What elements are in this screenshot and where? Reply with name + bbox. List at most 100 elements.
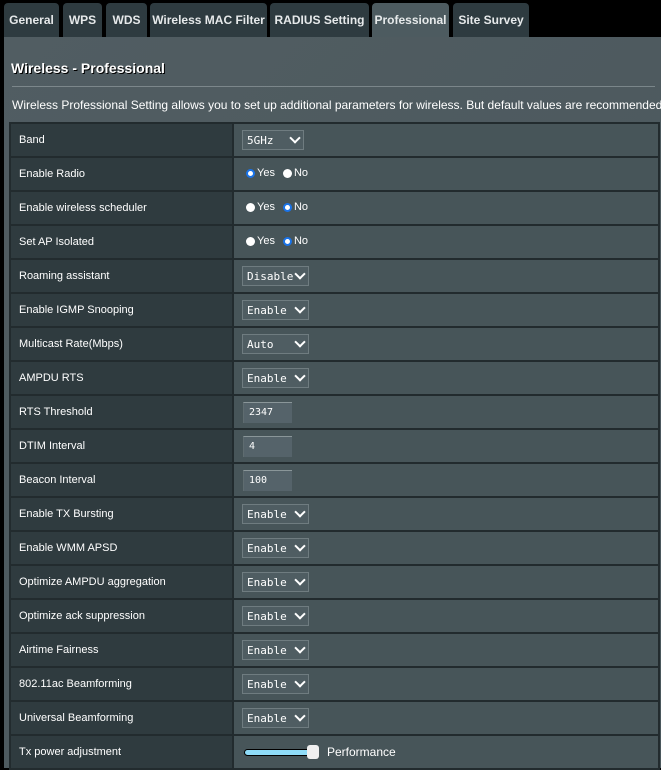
tab-wps[interactable]: WPS bbox=[63, 3, 102, 37]
row-tx-bursting: Enable TX Bursting Enable bbox=[9, 496, 660, 532]
row-beamforming-11ac: 802.11ac Beamforming Enable bbox=[9, 666, 660, 702]
enable-radio-label: Enable Radio bbox=[9, 156, 234, 192]
row-multicast-rate: Multicast Rate(Mbps) Auto bbox=[9, 326, 660, 362]
airtime-fairness-label: Airtime Fairness bbox=[9, 632, 234, 668]
universal-beamforming-value: Enable bbox=[247, 711, 287, 725]
row-roaming-assistant: Roaming assistant Disable bbox=[9, 258, 660, 294]
band-select-value: 5GHz bbox=[247, 133, 274, 147]
content-panel: Wireless - Professional Wireless Profess… bbox=[4, 37, 661, 770]
ampdu-aggregation-label: Optimize AMPDU aggregation bbox=[9, 564, 234, 600]
tx-bursting-select[interactable]: Enable bbox=[242, 504, 309, 524]
ack-suppression-value: Enable bbox=[247, 609, 287, 623]
roaming-assistant-select[interactable]: Disable bbox=[242, 266, 309, 286]
airtime-fairness-select[interactable]: Enable bbox=[242, 640, 309, 660]
universal-beamforming-select[interactable]: Enable bbox=[242, 708, 309, 728]
chevron-down-icon bbox=[289, 132, 301, 144]
ap-isolated-label: Set AP Isolated bbox=[9, 224, 234, 260]
row-wmm-apsd: Enable WMM APSD Enable bbox=[9, 530, 660, 566]
tab-general[interactable]: General bbox=[4, 3, 59, 37]
igmp-snooping-select[interactable]: Enable bbox=[242, 300, 309, 320]
roaming-assistant-label: Roaming assistant bbox=[9, 258, 234, 294]
enable-radio-yes-radio[interactable] bbox=[246, 168, 255, 178]
tx-power-slider-thumb[interactable] bbox=[307, 744, 319, 759]
tab-site-survey[interactable]: Site Survey bbox=[453, 3, 529, 37]
igmp-snooping-label: Enable IGMP Snooping bbox=[9, 292, 234, 328]
wmm-apsd-select[interactable]: Enable bbox=[242, 538, 309, 558]
row-rts-threshold: RTS Threshold 2347 bbox=[9, 394, 660, 430]
wireless-scheduler-yes-radio[interactable] bbox=[246, 202, 255, 212]
radio-label-no: No bbox=[293, 167, 309, 180]
tx-power-slider-wrap: Performance bbox=[244, 744, 396, 759]
airtime-fairness-value: Enable bbox=[247, 643, 287, 657]
wmm-apsd-value: Enable bbox=[247, 541, 287, 555]
enable-radio-no-radio[interactable] bbox=[282, 168, 292, 178]
ampdu-aggregation-value: Enable bbox=[247, 575, 287, 589]
tx-power-slider[interactable] bbox=[244, 744, 319, 759]
settings-table: Band 5GHz Enable Radio Yes No Enable wir… bbox=[9, 122, 660, 770]
beamforming-11ac-select[interactable]: Enable bbox=[242, 674, 309, 694]
chevron-down-icon bbox=[294, 506, 306, 518]
row-beacon-interval: Beacon Interval 100 bbox=[9, 462, 660, 498]
dtim-interval-input[interactable]: 4 bbox=[243, 435, 292, 457]
igmp-snooping-value: Enable bbox=[247, 303, 287, 317]
ampdu-aggregation-select[interactable]: Enable bbox=[242, 572, 309, 592]
chevron-down-icon bbox=[294, 268, 306, 280]
beacon-interval-label: Beacon Interval bbox=[9, 462, 234, 498]
ack-suppression-select[interactable]: Enable bbox=[242, 606, 309, 626]
page-title: Wireless - Professional bbox=[11, 60, 165, 76]
beacon-interval-input[interactable]: 100 bbox=[243, 469, 292, 491]
row-ap-isolated: Set AP Isolated Yes No bbox=[9, 224, 660, 260]
ap-isolated-no-radio[interactable] bbox=[282, 236, 292, 246]
radio-label-yes: Yes bbox=[257, 201, 275, 214]
row-ampdu-aggregation: Optimize AMPDU aggregation Enable bbox=[9, 564, 660, 600]
row-igmp-snooping: Enable IGMP Snooping Enable bbox=[9, 292, 660, 328]
tx-bursting-label: Enable TX Bursting bbox=[9, 496, 234, 532]
beamforming-11ac-value: Enable bbox=[247, 677, 287, 691]
ampdu-rts-select[interactable]: Enable bbox=[242, 368, 309, 388]
multicast-rate-select[interactable]: Auto bbox=[242, 334, 309, 354]
tab-radius-setting[interactable]: RADIUS Setting bbox=[270, 3, 369, 37]
tx-power-value: Performance bbox=[327, 745, 396, 759]
row-band: Band 5GHz bbox=[9, 122, 660, 158]
page-description: Wireless Professional Setting allows you… bbox=[12, 98, 661, 112]
radio-label-no: No bbox=[293, 235, 309, 248]
rts-threshold-input[interactable]: 2347 bbox=[243, 401, 292, 423]
row-ampdu-rts: AMPDU RTS Enable bbox=[9, 360, 660, 396]
tab-bar: General WPS WDS Wireless MAC Filter RADI… bbox=[0, 0, 661, 37]
title-divider bbox=[12, 86, 655, 87]
band-select[interactable]: 5GHz bbox=[242, 130, 304, 150]
tab-wireless-mac-filter[interactable]: Wireless MAC Filter bbox=[150, 3, 267, 37]
roaming-assistant-value: Disable bbox=[247, 269, 294, 283]
tab-wds[interactable]: WDS bbox=[106, 3, 147, 37]
row-enable-radio: Enable Radio Yes No bbox=[9, 156, 660, 192]
row-dtim-interval: DTIM Interval 4 bbox=[9, 428, 660, 464]
dtim-interval-label: DTIM Interval bbox=[9, 428, 234, 464]
chevron-down-icon bbox=[294, 370, 306, 382]
universal-beamforming-label: Universal Beamforming bbox=[9, 700, 234, 736]
tx-bursting-value: Enable bbox=[247, 507, 287, 521]
radio-label-yes: Yes bbox=[257, 167, 275, 180]
chevron-down-icon bbox=[294, 676, 306, 688]
wireless-scheduler-group: Yes No bbox=[246, 201, 314, 213]
enable-radio-group: Yes No bbox=[246, 167, 314, 179]
row-wireless-scheduler: Enable wireless scheduler Yes No bbox=[9, 190, 660, 226]
multicast-rate-value: Auto bbox=[247, 337, 274, 351]
row-airtime-fairness: Airtime Fairness Enable bbox=[9, 632, 660, 668]
ap-isolated-yes-radio[interactable] bbox=[246, 236, 255, 246]
ampdu-rts-value: Enable bbox=[247, 371, 287, 385]
chevron-down-icon bbox=[294, 710, 306, 722]
chevron-down-icon bbox=[294, 642, 306, 654]
chevron-down-icon bbox=[294, 302, 306, 314]
wireless-scheduler-no-radio[interactable] bbox=[282, 202, 292, 212]
tx-power-label: Tx power adjustment bbox=[9, 734, 234, 770]
ap-isolated-group: Yes No bbox=[246, 235, 314, 247]
chevron-down-icon bbox=[294, 540, 306, 552]
chevron-down-icon bbox=[294, 336, 306, 348]
radio-label-yes: Yes bbox=[257, 235, 275, 248]
row-tx-power: Tx power adjustment Performance bbox=[9, 734, 660, 770]
multicast-rate-label: Multicast Rate(Mbps) bbox=[9, 326, 234, 362]
tab-professional[interactable]: Professional bbox=[372, 3, 449, 37]
tx-power-slider-fill bbox=[245, 749, 314, 755]
wireless-scheduler-label: Enable wireless scheduler bbox=[9, 190, 234, 226]
row-universal-beamforming: Universal Beamforming Enable bbox=[9, 700, 660, 736]
